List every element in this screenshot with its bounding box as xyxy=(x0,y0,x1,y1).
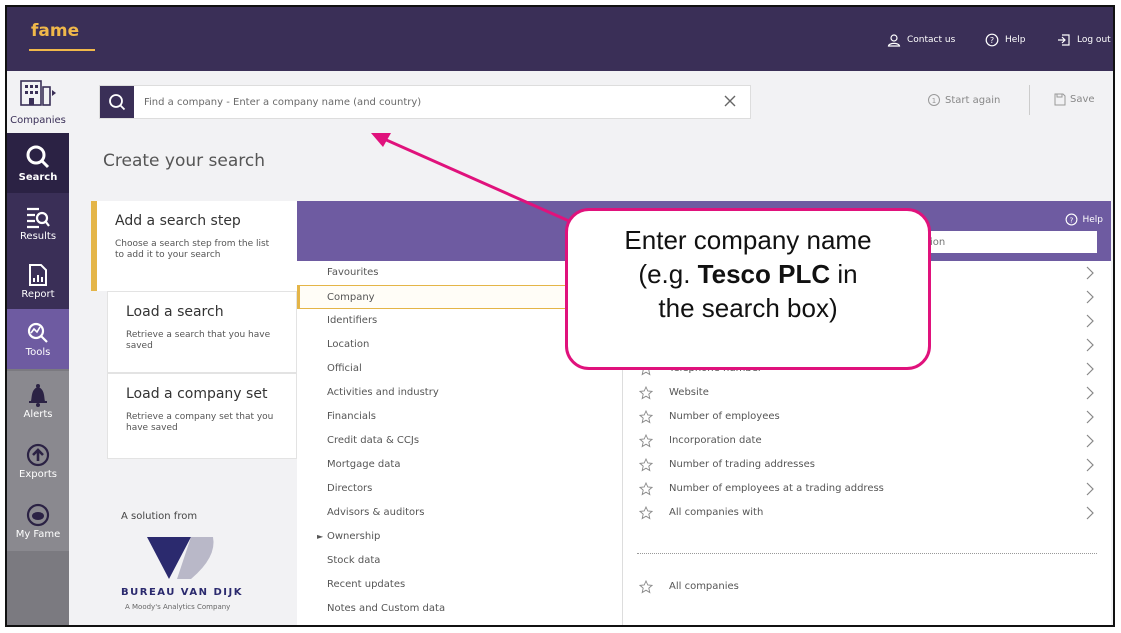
callout-line-2-post: in xyxy=(830,259,858,289)
fame-logo[interactable]: fame xyxy=(31,21,79,41)
main-content: 1 Start again Save Create your search Ad… xyxy=(69,71,1113,625)
help-label: Help xyxy=(1005,35,1026,45)
callout-line-2-pre: (e.g. xyxy=(638,259,698,289)
results-list-icon xyxy=(27,207,50,228)
left-navigation: Companies Search Results Report Tools Al… xyxy=(7,71,69,625)
logo-underline xyxy=(29,49,95,51)
contact-us-label: Contact us xyxy=(907,35,956,45)
export-up-icon xyxy=(26,443,50,466)
nav-results-label: Results xyxy=(19,230,57,242)
my-fame-icon xyxy=(26,503,50,526)
instruction-callout: Enter company name (e.g. Tesco PLC in th… xyxy=(565,208,931,370)
nav-search[interactable]: Search xyxy=(7,133,69,193)
nav-exports-label: Exports xyxy=(19,468,57,480)
bell-icon xyxy=(29,383,47,407)
help-circle-icon: ? xyxy=(985,33,999,47)
callout-example-company: Tesco PLC xyxy=(697,259,831,289)
search-icon xyxy=(26,145,50,168)
callout-line-2: (e.g. Tesco PLC in xyxy=(568,257,928,291)
nav-exports[interactable]: Exports xyxy=(7,431,69,491)
callout-line-1: Enter company name xyxy=(624,225,872,255)
report-icon xyxy=(29,263,47,286)
nav-search-label: Search xyxy=(18,171,58,183)
nav-alerts-label: Alerts xyxy=(23,408,53,420)
help-link[interactable]: ? Help xyxy=(985,33,1026,47)
svg-text:?: ? xyxy=(990,36,994,45)
nav-companies[interactable]: Companies xyxy=(7,71,69,133)
nav-report-label: Report xyxy=(21,288,55,300)
app-frame: fame Contact us ? Help Log out Companies… xyxy=(5,5,1115,627)
building-icon xyxy=(20,79,56,106)
nav-tools-label: Tools xyxy=(25,346,51,358)
callout-line-3: the search box) xyxy=(658,293,838,323)
nav-my-fame-label: My Fame xyxy=(15,528,61,540)
log-out-icon xyxy=(1058,34,1070,46)
top-bar: fame Contact us ? Help Log out xyxy=(7,7,1113,71)
nav-companies-label: Companies xyxy=(10,114,66,126)
log-out-label: Log out xyxy=(1077,35,1111,45)
log-out-link[interactable]: Log out xyxy=(1057,33,1111,47)
contact-us-link[interactable]: Contact us xyxy=(887,33,955,47)
nav-my-fame[interactable]: My Fame xyxy=(7,491,69,551)
nav-report[interactable]: Report xyxy=(7,253,69,309)
nav-results[interactable]: Results xyxy=(7,193,69,253)
tools-icon xyxy=(27,322,48,343)
nav-tools[interactable]: Tools xyxy=(7,309,69,369)
person-icon xyxy=(887,34,901,47)
nav-alerts[interactable]: Alerts xyxy=(7,371,69,431)
